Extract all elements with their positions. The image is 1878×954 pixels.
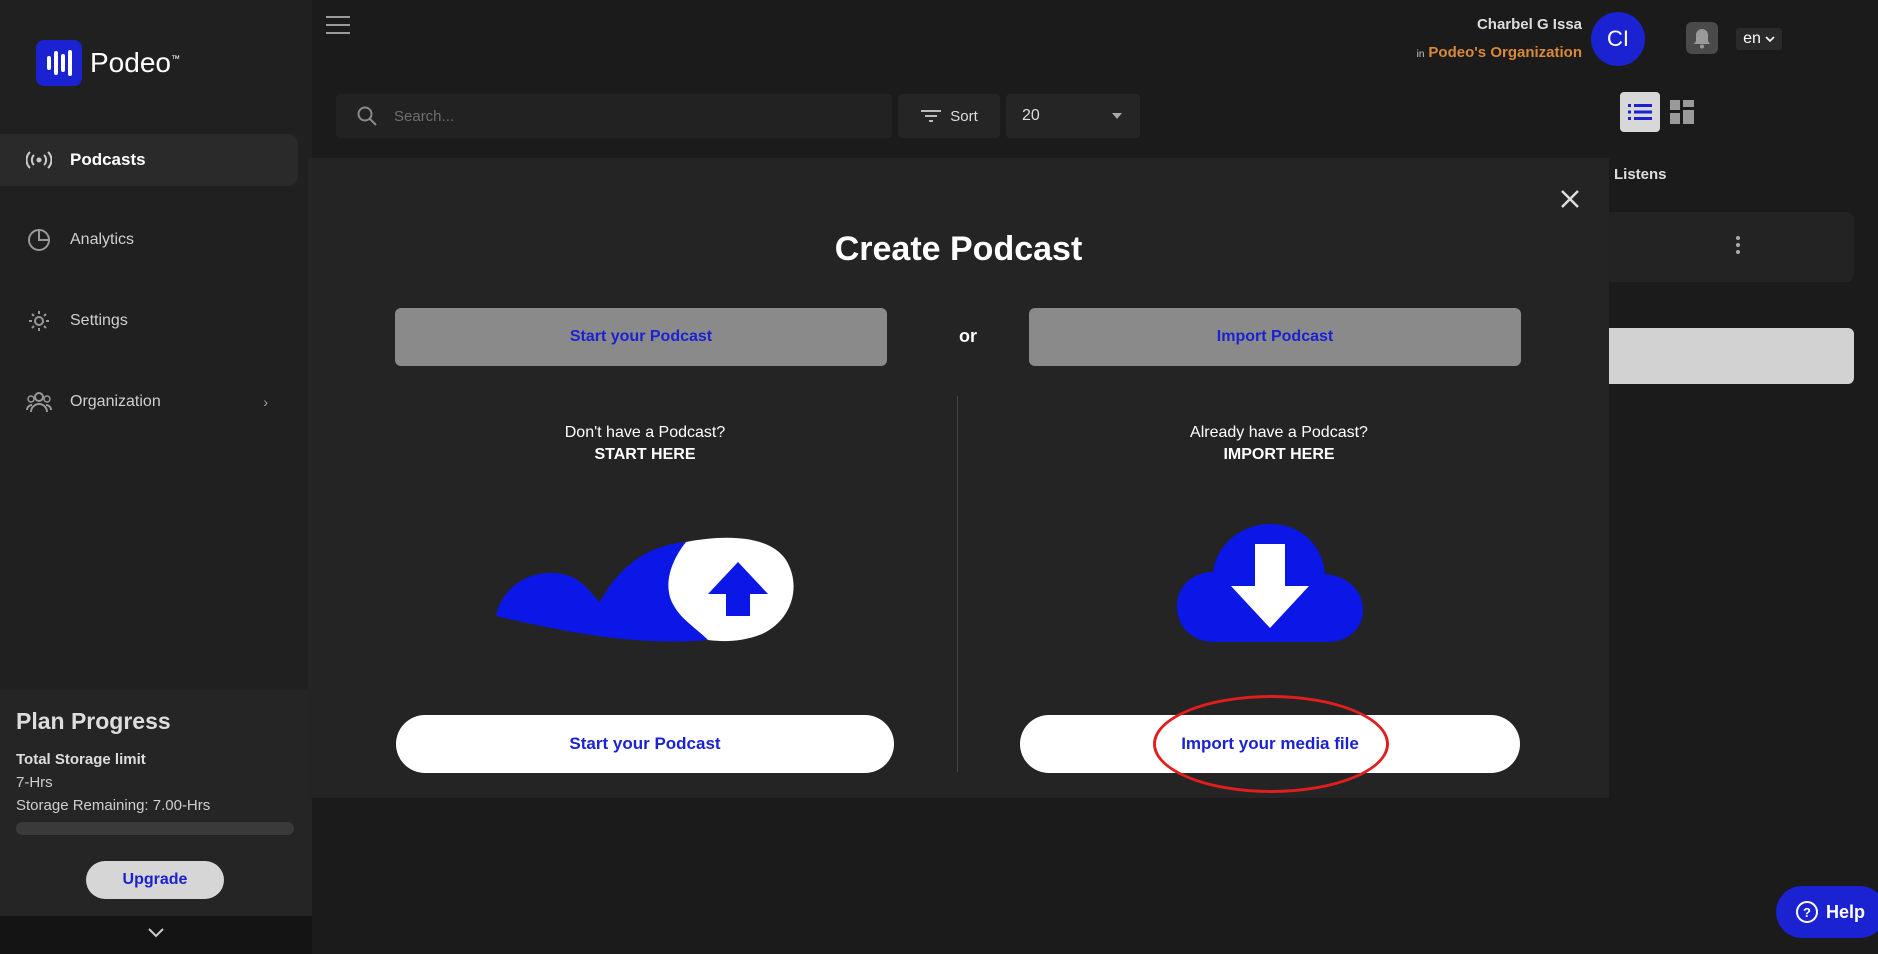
plan-progress-title: Plan Progress xyxy=(16,708,171,734)
import-here-label: IMPORT HERE xyxy=(1223,446,1335,463)
user-name: Charbel G Issa xyxy=(1476,16,1582,33)
storage-limit-label: Total Storage limit xyxy=(16,751,146,768)
per-page-select[interactable]: 20 xyxy=(1006,94,1140,138)
grid-icon xyxy=(1670,100,1694,124)
search-icon xyxy=(357,106,377,126)
podcast-row[interactable] xyxy=(1600,212,1854,282)
chevron-right-icon: › xyxy=(263,394,268,410)
notification-bell-icon[interactable] xyxy=(1686,22,1718,54)
more-options-icon[interactable] xyxy=(1736,236,1740,254)
sidebar-item-organization[interactable]: Organization › xyxy=(0,376,298,428)
tab-import-podcast[interactable]: Import Podcast xyxy=(1029,308,1521,366)
close-icon[interactable] xyxy=(1557,186,1583,212)
org-name: Podeo's Organization xyxy=(1428,44,1582,61)
list-view-button[interactable] xyxy=(1620,92,1660,132)
plan-progress-panel: Plan Progress Total Storage limit 7-Hrs … xyxy=(0,690,312,916)
search-bar xyxy=(336,94,892,138)
search-input[interactable] xyxy=(392,106,852,126)
sidebar-item-label: Podcasts xyxy=(70,150,146,169)
or-separator: or xyxy=(959,326,977,346)
broadcast-icon xyxy=(26,147,52,173)
pie-chart-icon xyxy=(26,227,52,253)
storage-limit-value: 7-Hrs xyxy=(16,774,53,791)
organization-link[interactable]: in Podeo's Organization xyxy=(1417,44,1582,61)
sort-button[interactable]: Sort xyxy=(898,94,1000,138)
question-icon: ? xyxy=(1796,901,1818,923)
divider xyxy=(957,396,958,772)
start-here-label: START HERE xyxy=(594,446,696,463)
sidebar-item-analytics[interactable]: Analytics xyxy=(0,214,298,266)
grid-view-button[interactable] xyxy=(1666,96,1698,128)
help-button[interactable]: ? Help xyxy=(1776,886,1878,938)
collapse-panel-button[interactable] xyxy=(0,916,312,954)
create-podcast-modal: Create Podcast Start your Podcast or Imp… xyxy=(308,158,1609,798)
filter-icon xyxy=(921,110,942,122)
listens-column-header: Listens xyxy=(1614,166,1667,183)
list-icon xyxy=(1628,104,1652,120)
chevron-down-icon xyxy=(1765,36,1775,43)
highlight-annotation xyxy=(1153,695,1389,793)
language-select[interactable]: en xyxy=(1736,28,1782,50)
podeo-logo[interactable]: Podeo™ xyxy=(36,40,180,86)
sidebar: Podeo™ Podcasts Analytics Settings Organ… xyxy=(0,0,312,954)
logo-trademark: ™ xyxy=(170,53,180,64)
start-podcast-button[interactable]: Start your Podcast xyxy=(396,715,894,773)
sidebar-item-label: Organization xyxy=(70,393,161,410)
org-prefix: in xyxy=(1416,49,1425,60)
sidebar-item-podcasts[interactable]: Podcasts xyxy=(0,134,298,186)
language-value: en xyxy=(1743,30,1761,47)
import-question: Already have a Podcast? xyxy=(1190,424,1368,441)
import-caption: Already have a Podcast? IMPORT HERE xyxy=(1029,422,1529,466)
background-button[interactable] xyxy=(1600,328,1854,384)
podeo-logo-icon xyxy=(36,40,82,86)
tab-start-podcast[interactable]: Start your Podcast xyxy=(395,308,887,366)
gear-icon xyxy=(26,308,52,334)
per-page-value: 20 xyxy=(1022,107,1040,124)
caret-down-icon xyxy=(1112,113,1122,119)
cloud-upload-icon xyxy=(496,537,794,642)
sidebar-item-settings[interactable]: Settings xyxy=(0,295,298,347)
avatar[interactable]: CI xyxy=(1591,12,1645,66)
sidebar-item-label: Settings xyxy=(70,312,128,329)
sort-label: Sort xyxy=(950,107,978,125)
help-label: Help xyxy=(1826,901,1866,922)
modal-title: Create Podcast xyxy=(834,230,1083,268)
cloud-download-icon xyxy=(1177,524,1363,642)
hamburger-menu-icon[interactable] xyxy=(326,16,350,34)
storage-remaining: Storage Remaining: 7.00-Hrs xyxy=(16,797,211,814)
storage-progress-bar xyxy=(16,822,294,835)
start-caption: Don't have a Podcast? START HERE xyxy=(395,422,895,466)
sidebar-item-label: Analytics xyxy=(70,231,135,248)
start-question: Don't have a Podcast? xyxy=(564,424,726,441)
upgrade-button[interactable]: Upgrade xyxy=(86,861,224,899)
people-icon xyxy=(26,389,52,415)
logo-text: Podeo xyxy=(90,47,171,78)
chevron-down-icon xyxy=(147,926,165,944)
